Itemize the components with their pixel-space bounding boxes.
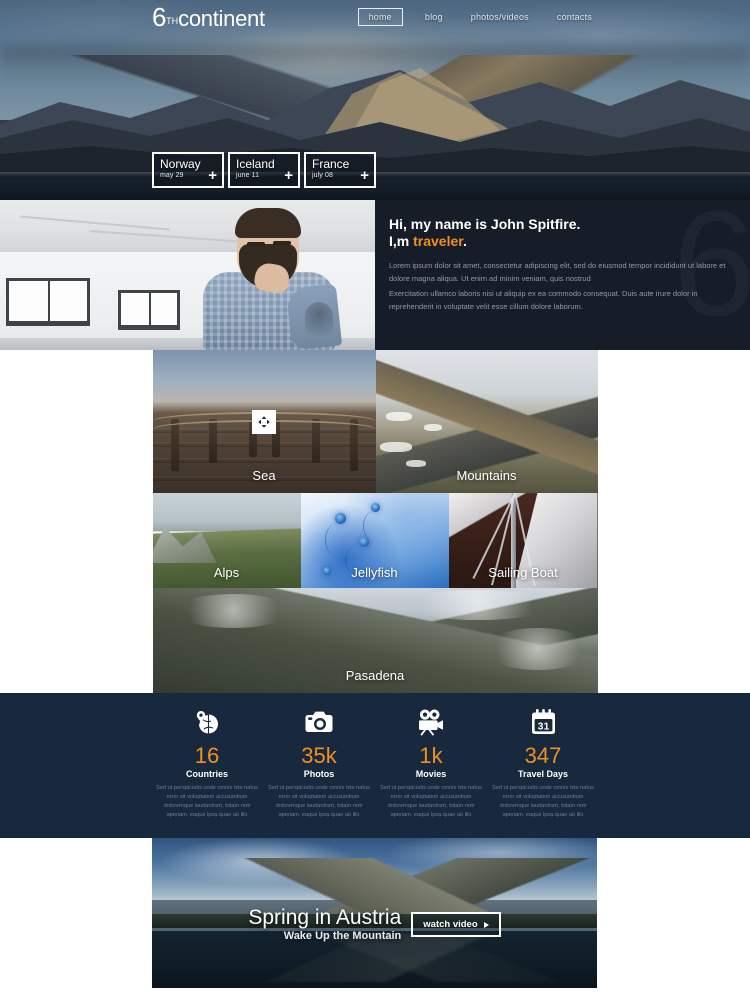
gallery-tile-sailing-boat[interactable]: Sailing Boat xyxy=(448,493,598,588)
logo-number: 6 xyxy=(152,2,167,32)
stat-label: Countries xyxy=(185,769,228,779)
hero-section: 6THcontinent home blog photos/videos con… xyxy=(0,0,750,200)
video-title-block: Spring in Austria Wake Up the Mountain xyxy=(248,906,401,943)
loft-window xyxy=(6,278,90,326)
tile-label-jellyfish: Jellyfish xyxy=(351,565,398,580)
expand-arrows-icon[interactable] xyxy=(252,409,276,434)
video-overlay: Spring in Austria Wake Up the Mountain w… xyxy=(152,906,597,943)
about-heading: Hi, my name is John Spitfire. I,m travel… xyxy=(389,216,730,250)
play-triangle-icon xyxy=(483,921,489,928)
video-subtitle: Wake Up the Mountain xyxy=(283,930,402,942)
gallery-tile-sea[interactable]: Sea xyxy=(152,350,376,493)
tile-label-sea: Sea xyxy=(252,468,276,483)
person-hair xyxy=(235,208,301,238)
person-tattoo xyxy=(305,302,333,342)
video-title: Spring in Austria xyxy=(248,906,402,929)
site-logo[interactable]: 6THcontinent xyxy=(152,2,265,33)
stat-description: Sed ut perspiciatis unde omnis iste natu… xyxy=(492,785,594,818)
about-heading-line2-post: . xyxy=(462,233,467,249)
stat-countries: 16 Countries Sed ut perspiciatis unde om… xyxy=(151,707,263,820)
gallery-section: Sea Mountains Alps Jellyfish Sailing Boa… xyxy=(0,350,750,693)
person-eyebrow xyxy=(273,241,291,245)
movie-camera-icon xyxy=(377,707,485,737)
watch-video-button[interactable]: watch video xyxy=(411,912,501,937)
stat-description: Sed ut perspiciatis unde omnis iste natu… xyxy=(268,785,370,818)
watch-video-label: watch video xyxy=(423,919,478,930)
gallery-tile-alps[interactable]: Alps xyxy=(152,493,301,588)
stat-travel-days: 31 347 Travel Days Sed ut perspiciatis u… xyxy=(487,707,599,820)
destination-card-iceland[interactable]: Iceland june 11 + xyxy=(228,152,300,188)
person-eyebrow xyxy=(247,242,265,246)
globe-pin-icon xyxy=(153,707,261,737)
gallery-tile-pasadena[interactable]: Pasadena xyxy=(152,588,598,693)
gallery-row-1: Sea Mountains xyxy=(152,350,598,493)
plus-icon[interactable]: + xyxy=(284,168,293,183)
main-navigation: home blog photos/videos contacts xyxy=(357,8,598,26)
destination-card-norway[interactable]: Norway may 29 + xyxy=(152,152,224,188)
svg-text:31: 31 xyxy=(537,720,549,732)
destination-cards: Norway may 29 + Iceland june 11 + France… xyxy=(152,152,376,188)
about-heading-line2-pre: I,m xyxy=(389,233,414,249)
about-text-panel: 6 Hi, my name is John Spitfire. I,m trav… xyxy=(375,200,750,350)
nav-item-photos-videos[interactable]: photos/videos xyxy=(465,8,535,26)
stat-value: 347 xyxy=(524,743,562,768)
nav-item-home[interactable]: home xyxy=(357,8,403,26)
plus-icon[interactable]: + xyxy=(360,168,369,183)
about-heading-accent: traveler xyxy=(413,233,463,249)
nav-item-blog[interactable]: blog xyxy=(419,8,449,26)
stat-movies: 1k Movies Sed ut perspiciatis unde omnis… xyxy=(375,707,487,820)
about-paragraph-2: Exercitation ullamco laboris nisi ut ali… xyxy=(389,289,698,311)
loft-window xyxy=(118,290,180,330)
stat-value: 1k xyxy=(419,743,443,768)
about-portrait-photo xyxy=(0,200,375,350)
stat-description: Sed ut perspiciatis unde omnis iste natu… xyxy=(380,785,482,818)
stat-label: Travel Days xyxy=(517,769,569,779)
stat-label: Photos xyxy=(303,769,335,779)
gallery-row-3: Pasadena xyxy=(152,588,598,693)
gallery-tile-jellyfish[interactable]: Jellyfish xyxy=(300,493,449,588)
stat-description: Sed ut perspiciatis unde omnis iste natu… xyxy=(156,785,258,818)
camera-icon xyxy=(265,707,373,737)
about-section: 6 Hi, my name is John Spitfire. I,m trav… xyxy=(0,200,750,350)
site-header: 6THcontinent home blog photos/videos con… xyxy=(0,0,750,32)
logo-suffix: TH xyxy=(166,16,179,26)
about-heading-line1: Hi, my name is John Spitfire. xyxy=(389,216,581,232)
tile-label-alps: Alps xyxy=(213,565,240,580)
tile-label-pasadena: Pasadena xyxy=(345,668,405,683)
destination-card-france[interactable]: France july 08 + xyxy=(304,152,376,188)
plus-icon[interactable]: + xyxy=(208,168,217,183)
video-banner[interactable]: Spring in Austria Wake Up the Mountain w… xyxy=(152,838,597,988)
stat-photos: 35k Photos Sed ut perspiciatis unde omni… xyxy=(263,707,375,820)
stats-section: 16 Countries Sed ut perspiciatis unde om… xyxy=(0,693,750,838)
about-paragraph-1: Lorem ipsum dolor sit amet, consectetur … xyxy=(389,261,726,283)
video-section: Spring in Austria Wake Up the Mountain w… xyxy=(0,838,750,988)
tile-label-sailing-boat: Sailing Boat xyxy=(488,565,558,580)
gallery-tile-mountains[interactable]: Mountains xyxy=(375,350,598,493)
stat-value: 35k xyxy=(301,743,337,768)
stat-value: 16 xyxy=(194,743,220,768)
logo-word: continent xyxy=(178,6,265,31)
calendar-icon: 31 xyxy=(489,707,597,737)
tile-label-mountains: Mountains xyxy=(456,468,517,483)
portrait-person xyxy=(195,208,345,350)
gallery-row-2: Alps Jellyfish Sailing Boat xyxy=(152,493,598,588)
stat-label: Movies xyxy=(415,769,447,779)
nav-item-contacts[interactable]: contacts xyxy=(551,8,598,26)
